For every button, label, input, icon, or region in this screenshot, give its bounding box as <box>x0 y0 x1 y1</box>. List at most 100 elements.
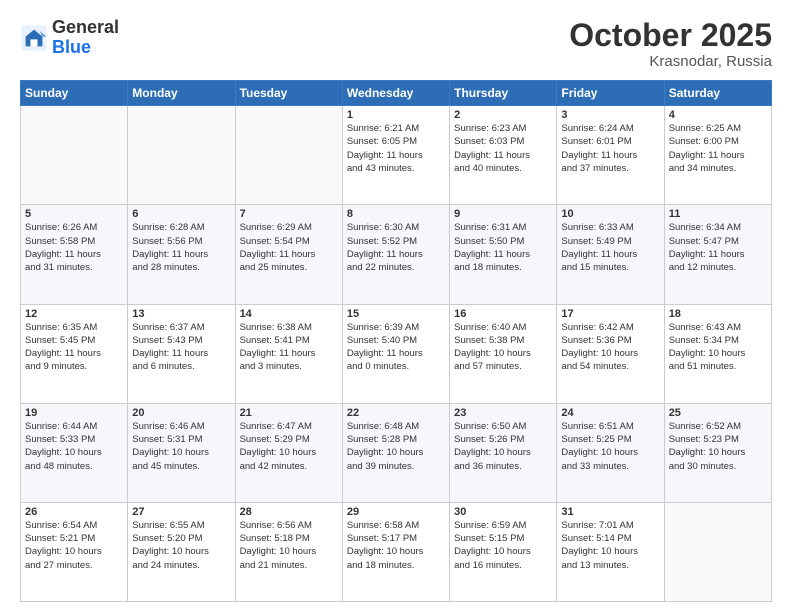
day-info: Sunrise: 6:46 AMSunset: 5:31 PMDaylight:… <box>132 420 230 473</box>
calendar-cell: 23Sunrise: 6:50 AMSunset: 5:26 PMDayligh… <box>450 403 557 502</box>
day-number: 11 <box>669 208 767 220</box>
calendar-cell <box>235 106 342 205</box>
logo-text: General Blue <box>52 18 119 58</box>
calendar-cell: 12Sunrise: 6:35 AMSunset: 5:45 PMDayligh… <box>21 304 128 403</box>
day-number: 28 <box>240 506 338 518</box>
day-number: 29 <box>347 506 445 518</box>
day-number: 12 <box>25 308 123 320</box>
day-number: 31 <box>561 506 659 518</box>
calendar-cell: 10Sunrise: 6:33 AMSunset: 5:49 PMDayligh… <box>557 205 664 304</box>
calendar-week-row-4: 26Sunrise: 6:54 AMSunset: 5:21 PMDayligh… <box>21 502 772 601</box>
calendar-cell: 8Sunrise: 6:30 AMSunset: 5:52 PMDaylight… <box>342 205 449 304</box>
day-number: 6 <box>132 208 230 220</box>
day-number: 1 <box>347 109 445 121</box>
calendar-cell: 5Sunrise: 6:26 AMSunset: 5:58 PMDaylight… <box>21 205 128 304</box>
col-friday: Friday <box>557 81 664 106</box>
day-number: 21 <box>240 407 338 419</box>
calendar-cell: 27Sunrise: 6:55 AMSunset: 5:20 PMDayligh… <box>128 502 235 601</box>
header: General Blue October 2025 Krasnodar, Rus… <box>20 18 772 70</box>
calendar-cell: 22Sunrise: 6:48 AMSunset: 5:28 PMDayligh… <box>342 403 449 502</box>
col-saturday: Saturday <box>664 81 771 106</box>
day-info: Sunrise: 6:24 AMSunset: 6:01 PMDaylight:… <box>561 122 659 175</box>
logo-general-text: General <box>52 18 119 38</box>
day-number: 19 <box>25 407 123 419</box>
calendar-cell: 6Sunrise: 6:28 AMSunset: 5:56 PMDaylight… <box>128 205 235 304</box>
day-number: 9 <box>454 208 552 220</box>
calendar-cell: 4Sunrise: 6:25 AMSunset: 6:00 PMDaylight… <box>664 106 771 205</box>
calendar-cell: 1Sunrise: 6:21 AMSunset: 6:05 PMDaylight… <box>342 106 449 205</box>
calendar-cell: 28Sunrise: 6:56 AMSunset: 5:18 PMDayligh… <box>235 502 342 601</box>
day-info: Sunrise: 6:55 AMSunset: 5:20 PMDaylight:… <box>132 519 230 572</box>
day-number: 25 <box>669 407 767 419</box>
day-info: Sunrise: 6:21 AMSunset: 6:05 PMDaylight:… <box>347 122 445 175</box>
day-info: Sunrise: 6:52 AMSunset: 5:23 PMDaylight:… <box>669 420 767 473</box>
calendar-cell: 30Sunrise: 6:59 AMSunset: 5:15 PMDayligh… <box>450 502 557 601</box>
day-number: 18 <box>669 308 767 320</box>
day-info: Sunrise: 7:01 AMSunset: 5:14 PMDaylight:… <box>561 519 659 572</box>
calendar-cell: 7Sunrise: 6:29 AMSunset: 5:54 PMDaylight… <box>235 205 342 304</box>
calendar-cell: 14Sunrise: 6:38 AMSunset: 5:41 PMDayligh… <box>235 304 342 403</box>
day-info: Sunrise: 6:43 AMSunset: 5:34 PMDaylight:… <box>669 321 767 374</box>
day-info: Sunrise: 6:35 AMSunset: 5:45 PMDaylight:… <box>25 321 123 374</box>
day-info: Sunrise: 6:34 AMSunset: 5:47 PMDaylight:… <box>669 221 767 274</box>
calendar-cell <box>128 106 235 205</box>
day-number: 4 <box>669 109 767 121</box>
day-number: 23 <box>454 407 552 419</box>
day-info: Sunrise: 6:25 AMSunset: 6:00 PMDaylight:… <box>669 122 767 175</box>
calendar-cell <box>21 106 128 205</box>
calendar-cell: 3Sunrise: 6:24 AMSunset: 6:01 PMDaylight… <box>557 106 664 205</box>
day-info: Sunrise: 6:23 AMSunset: 6:03 PMDaylight:… <box>454 122 552 175</box>
day-info: Sunrise: 6:40 AMSunset: 5:38 PMDaylight:… <box>454 321 552 374</box>
calendar-cell: 9Sunrise: 6:31 AMSunset: 5:50 PMDaylight… <box>450 205 557 304</box>
col-wednesday: Wednesday <box>342 81 449 106</box>
calendar-cell: 31Sunrise: 7:01 AMSunset: 5:14 PMDayligh… <box>557 502 664 601</box>
calendar-header-row: Sunday Monday Tuesday Wednesday Thursday… <box>21 81 772 106</box>
day-info: Sunrise: 6:31 AMSunset: 5:50 PMDaylight:… <box>454 221 552 274</box>
day-info: Sunrise: 6:42 AMSunset: 5:36 PMDaylight:… <box>561 321 659 374</box>
day-number: 10 <box>561 208 659 220</box>
title-block: October 2025 Krasnodar, Russia <box>569 18 772 70</box>
day-number: 27 <box>132 506 230 518</box>
day-number: 30 <box>454 506 552 518</box>
day-info: Sunrise: 6:26 AMSunset: 5:58 PMDaylight:… <box>25 221 123 274</box>
calendar-cell: 18Sunrise: 6:43 AMSunset: 5:34 PMDayligh… <box>664 304 771 403</box>
logo: General Blue <box>20 18 119 58</box>
day-number: 3 <box>561 109 659 121</box>
calendar-week-row-0: 1Sunrise: 6:21 AMSunset: 6:05 PMDaylight… <box>21 106 772 205</box>
day-info: Sunrise: 6:28 AMSunset: 5:56 PMDaylight:… <box>132 221 230 274</box>
calendar-cell: 25Sunrise: 6:52 AMSunset: 5:23 PMDayligh… <box>664 403 771 502</box>
calendar-week-row-3: 19Sunrise: 6:44 AMSunset: 5:33 PMDayligh… <box>21 403 772 502</box>
calendar-cell: 11Sunrise: 6:34 AMSunset: 5:47 PMDayligh… <box>664 205 771 304</box>
day-info: Sunrise: 6:54 AMSunset: 5:21 PMDaylight:… <box>25 519 123 572</box>
col-tuesday: Tuesday <box>235 81 342 106</box>
day-info: Sunrise: 6:39 AMSunset: 5:40 PMDaylight:… <box>347 321 445 374</box>
calendar-table: Sunday Monday Tuesday Wednesday Thursday… <box>20 80 772 602</box>
day-info: Sunrise: 6:44 AMSunset: 5:33 PMDaylight:… <box>25 420 123 473</box>
day-info: Sunrise: 6:30 AMSunset: 5:52 PMDaylight:… <box>347 221 445 274</box>
calendar-cell: 29Sunrise: 6:58 AMSunset: 5:17 PMDayligh… <box>342 502 449 601</box>
page: General Blue October 2025 Krasnodar, Rus… <box>0 0 792 612</box>
calendar-cell: 13Sunrise: 6:37 AMSunset: 5:43 PMDayligh… <box>128 304 235 403</box>
day-number: 14 <box>240 308 338 320</box>
day-number: 17 <box>561 308 659 320</box>
day-number: 5 <box>25 208 123 220</box>
day-number: 20 <box>132 407 230 419</box>
day-info: Sunrise: 6:58 AMSunset: 5:17 PMDaylight:… <box>347 519 445 572</box>
calendar-cell: 26Sunrise: 6:54 AMSunset: 5:21 PMDayligh… <box>21 502 128 601</box>
calendar-cell <box>664 502 771 601</box>
day-info: Sunrise: 6:37 AMSunset: 5:43 PMDaylight:… <box>132 321 230 374</box>
logo-icon <box>20 24 48 52</box>
calendar-cell: 21Sunrise: 6:47 AMSunset: 5:29 PMDayligh… <box>235 403 342 502</box>
col-monday: Monday <box>128 81 235 106</box>
day-info: Sunrise: 6:47 AMSunset: 5:29 PMDaylight:… <box>240 420 338 473</box>
day-number: 16 <box>454 308 552 320</box>
day-info: Sunrise: 6:48 AMSunset: 5:28 PMDaylight:… <box>347 420 445 473</box>
day-number: 22 <box>347 407 445 419</box>
col-sunday: Sunday <box>21 81 128 106</box>
day-number: 24 <box>561 407 659 419</box>
day-info: Sunrise: 6:33 AMSunset: 5:49 PMDaylight:… <box>561 221 659 274</box>
day-info: Sunrise: 6:56 AMSunset: 5:18 PMDaylight:… <box>240 519 338 572</box>
logo-blue-text: Blue <box>52 38 119 58</box>
day-number: 13 <box>132 308 230 320</box>
calendar-cell: 19Sunrise: 6:44 AMSunset: 5:33 PMDayligh… <box>21 403 128 502</box>
